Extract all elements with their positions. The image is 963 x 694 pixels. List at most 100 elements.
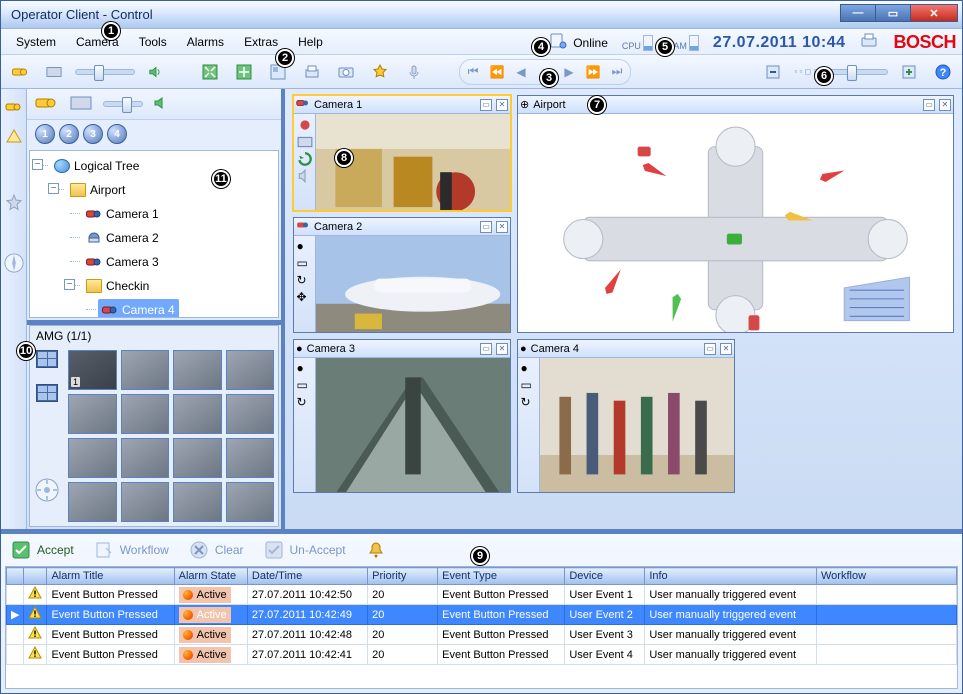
- cameo-camera4[interactable]: ● Camera 4 ▭✕ ●▭↻: [517, 339, 735, 493]
- workflow-button[interactable]: Workflow: [94, 540, 169, 560]
- record-icon[interactable]: [297, 117, 313, 131]
- alarm-row[interactable]: Event Button PressedActive27.07.2011 10:…: [7, 625, 957, 645]
- step-back-icon[interactable]: ⏪: [486, 62, 508, 82]
- compass-strip-icon[interactable]: [4, 253, 24, 273]
- film-icon[interactable]: [297, 134, 313, 148]
- amg-cell[interactable]: [173, 394, 222, 434]
- replay-icon[interactable]: [297, 151, 313, 165]
- maximize-cameo-icon[interactable]: ▭: [923, 99, 935, 111]
- record-icon[interactable]: ●: [297, 239, 313, 253]
- tree-airport[interactable]: Airport: [66, 179, 129, 201]
- ptz-icon[interactable]: ✥: [297, 290, 313, 304]
- maximize-cameo-icon[interactable]: ▭: [480, 343, 492, 355]
- replay-icon[interactable]: ↻: [297, 273, 313, 287]
- snapshot-icon[interactable]: [333, 60, 359, 84]
- col-state[interactable]: Alarm State: [174, 568, 247, 585]
- close-cameo-icon[interactable]: ✕: [496, 343, 508, 355]
- image-window[interactable]: Camera 1 ▭ ✕: [285, 89, 962, 529]
- help-icon[interactable]: ?: [930, 60, 956, 84]
- print-icon[interactable]: [859, 31, 879, 54]
- amg-cell[interactable]: [121, 394, 170, 434]
- bell-button[interactable]: [366, 540, 386, 560]
- amg-cell[interactable]: [226, 438, 275, 478]
- tree-camera-icon[interactable]: [35, 94, 59, 115]
- amg-grid[interactable]: 1: [64, 346, 278, 526]
- tab-2[interactable]: 2: [59, 124, 79, 144]
- col-title[interactable]: Alarm Title: [47, 568, 174, 585]
- close-cameo-icon[interactable]: ✕: [496, 221, 508, 233]
- next-frame-icon[interactable]: ▶: [558, 62, 580, 82]
- favorite-icon[interactable]: [367, 60, 393, 84]
- live-button[interactable]: [7, 60, 33, 84]
- tree-film-icon[interactable]: [69, 94, 93, 115]
- alarm-row[interactable]: Event Button PressedActive27.07.2011 10:…: [7, 585, 957, 605]
- alarm-row[interactable]: ▶Event Button PressedActive27.07.2011 10…: [7, 605, 957, 625]
- cameo-camera3[interactable]: ● Camera 3 ▭✕ ●▭↻: [293, 339, 511, 493]
- camera-strip-icon[interactable]: [4, 97, 24, 117]
- amg-cell[interactable]: [173, 438, 222, 478]
- col-device[interactable]: Device: [565, 568, 645, 585]
- goto-start-icon[interactable]: ⏮: [462, 62, 484, 82]
- col-type[interactable]: Event Type: [438, 568, 565, 585]
- tab-4[interactable]: 4: [107, 124, 127, 144]
- film-icon[interactable]: ▭: [297, 256, 313, 270]
- mic-icon[interactable]: [401, 60, 427, 84]
- close-button[interactable]: ✕: [910, 4, 958, 22]
- amg-cell[interactable]: [121, 438, 170, 478]
- amg-cell[interactable]: [68, 394, 117, 434]
- menu-tools[interactable]: Tools: [130, 32, 176, 52]
- maximize-button[interactable]: ▭: [875, 4, 911, 22]
- add-cameo-icon[interactable]: [896, 60, 922, 84]
- tree-speaker-icon[interactable]: [153, 96, 171, 113]
- layout-icon[interactable]: [265, 60, 291, 84]
- alarm-list[interactable]: Alarm Title Alarm State Date/Time Priori…: [5, 566, 958, 689]
- fullscreen-icon[interactable]: [197, 60, 223, 84]
- menu-alarms[interactable]: Alarms: [178, 32, 233, 52]
- clear-button[interactable]: Clear: [189, 540, 244, 560]
- speaker-icon[interactable]: [143, 60, 169, 84]
- cameo-camera1[interactable]: Camera 1 ▭ ✕: [293, 95, 511, 211]
- tree-camera1[interactable]: Camera 1: [82, 203, 163, 225]
- tab-3[interactable]: 3: [83, 124, 103, 144]
- playback-button[interactable]: [41, 60, 67, 84]
- menu-system[interactable]: System: [7, 32, 65, 52]
- cameo-map[interactable]: ⊕ Airport ▭✕: [517, 95, 954, 333]
- layout-2x2b-icon[interactable]: [36, 384, 58, 402]
- print-toolbar-icon[interactable]: [299, 60, 325, 84]
- close-cameo-icon[interactable]: ✕: [496, 99, 508, 111]
- tree-camera2[interactable]: Camera 2: [82, 227, 163, 249]
- logical-tree[interactable]: − Logical Tree − Airport: [29, 150, 279, 317]
- layout-2x2-icon[interactable]: [36, 350, 58, 368]
- tree-zoom-slider[interactable]: [103, 101, 143, 107]
- col-priority[interactable]: Priority: [368, 568, 438, 585]
- maximize-cameo-icon[interactable]: ▭: [480, 99, 492, 111]
- tree-camera4[interactable]: Camera 4: [98, 299, 179, 317]
- cameo-camera2[interactable]: Camera 2 ▭✕ ●▭↻✥: [293, 217, 511, 333]
- step-fwd-icon[interactable]: ⏩: [582, 62, 604, 82]
- col-datetime[interactable]: Date/Time: [247, 568, 367, 585]
- audio-icon[interactable]: [297, 168, 313, 182]
- amg-cell[interactable]: [226, 350, 275, 390]
- tree-root[interactable]: Logical Tree: [50, 155, 143, 177]
- cameo-size-slider[interactable]: [828, 69, 888, 75]
- amg-cell[interactable]: [68, 438, 117, 478]
- amg-cell[interactable]: [173, 350, 222, 390]
- tree-checkin[interactable]: Checkin: [82, 275, 153, 297]
- goto-end-icon[interactable]: ⏭: [606, 62, 628, 82]
- map-view[interactable]: [518, 114, 953, 332]
- star-strip-icon[interactable]: [4, 193, 24, 213]
- tab-1[interactable]: 1: [35, 124, 55, 144]
- amg-cell[interactable]: [121, 482, 170, 522]
- col-workflow[interactable]: Workflow: [817, 568, 957, 585]
- alarm-strip-icon[interactable]: [4, 127, 24, 147]
- amg-cell[interactable]: [68, 482, 117, 522]
- minimize-button[interactable]: —: [840, 4, 876, 22]
- close-cameo-icon[interactable]: ✕: [720, 343, 732, 355]
- menu-help[interactable]: Help: [289, 32, 332, 52]
- amg-cell[interactable]: [226, 394, 275, 434]
- amg-cell[interactable]: [226, 482, 275, 522]
- accept-button[interactable]: Accept: [11, 540, 74, 560]
- play-icon[interactable]: ⏸: [534, 62, 556, 82]
- maximize-cameo-icon[interactable]: ▭: [704, 343, 716, 355]
- prev-frame-icon[interactable]: ◀: [510, 62, 532, 82]
